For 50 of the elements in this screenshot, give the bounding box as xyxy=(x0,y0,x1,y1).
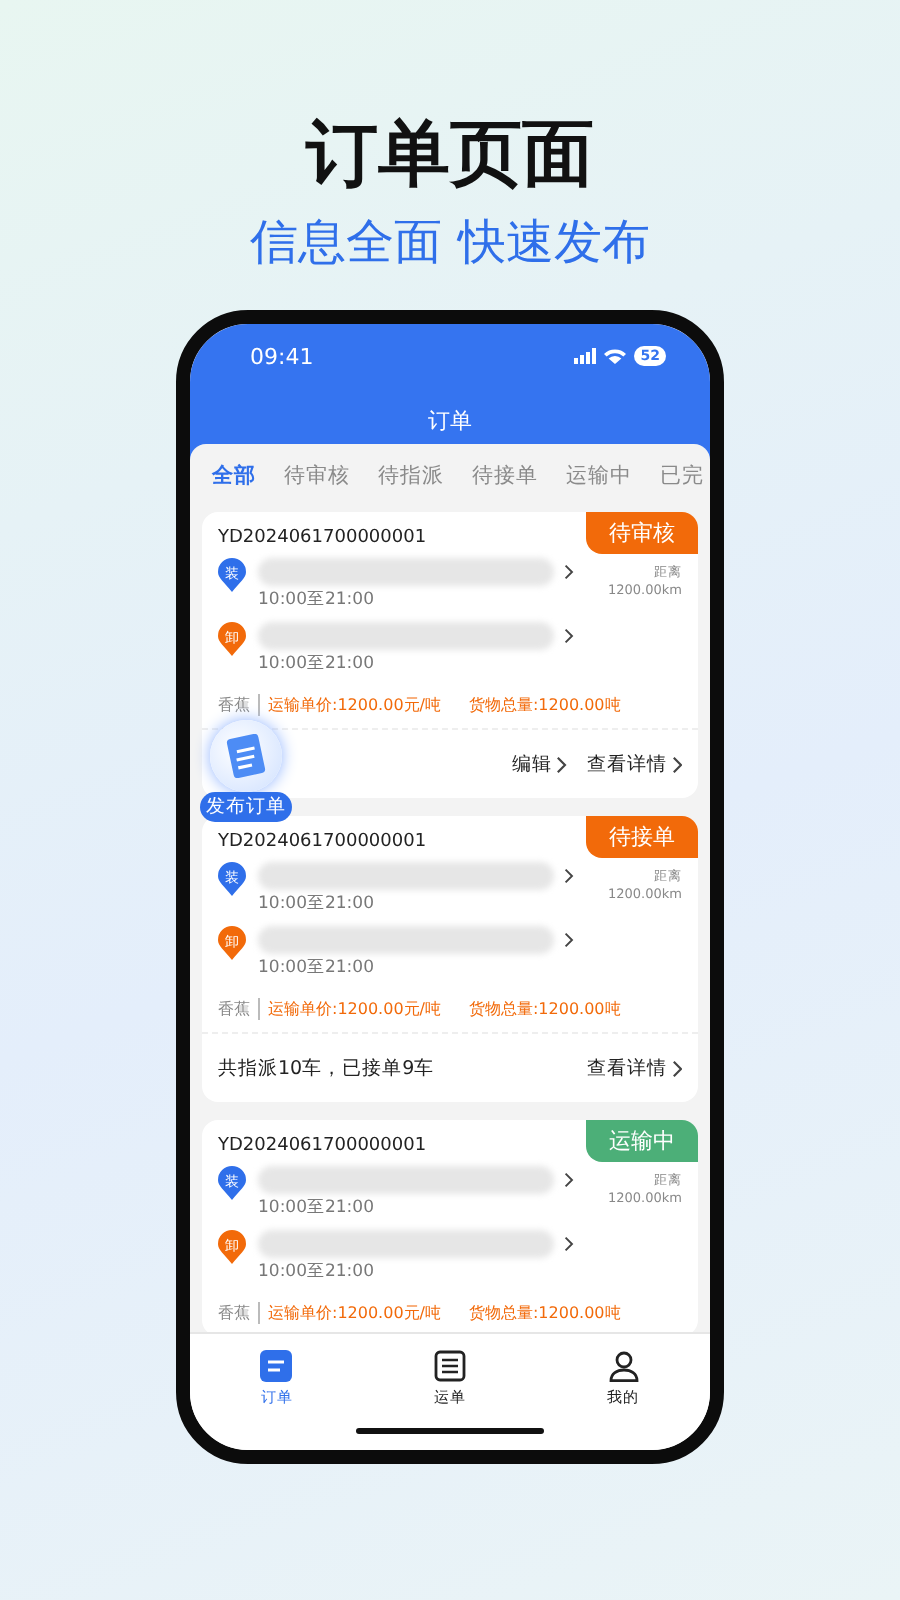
order-number: YD2024061700000001 xyxy=(218,1136,427,1156)
status-time: 09:41 xyxy=(250,343,314,369)
status-tag: 待接单 xyxy=(586,816,698,858)
chevron-icon xyxy=(556,755,568,773)
time-window: 10:00至21:00 xyxy=(258,1196,574,1220)
time-window: 10:00至21:00 xyxy=(258,1260,574,1284)
filter-tab[interactable]: 全部 xyxy=(212,462,256,490)
status-tag: 运输中 xyxy=(586,1120,698,1162)
total-weight: 货物总量:1200.00吨 xyxy=(468,1302,621,1324)
time-window: 10:00至21:00 xyxy=(258,652,574,676)
filter-tab[interactable]: 已完 xyxy=(660,462,704,490)
wifi-icon xyxy=(604,348,627,364)
status-tag: 待审核 xyxy=(586,512,698,554)
chevron-icon xyxy=(564,564,574,580)
cargo-name: 香蕉 xyxy=(218,694,260,716)
screen-title: 订单 xyxy=(426,406,474,436)
chevron-icon xyxy=(564,932,574,948)
order-number: YD2024061700000001 xyxy=(218,832,427,852)
page-subtitle: 信息全面 快速发布 xyxy=(250,212,650,272)
publish-order-button[interactable]: 发布订单 xyxy=(200,792,292,822)
chevron-icon xyxy=(564,1172,574,1188)
user-icon xyxy=(607,1350,640,1382)
filter-tab[interactable]: 待指派 xyxy=(378,462,444,490)
time-window: 10:00至21:00 xyxy=(258,588,574,612)
filter-tab[interactable]: 待接单 xyxy=(472,462,538,490)
unit-price: 运输单价:1200.00元/吨 xyxy=(268,998,441,1020)
card-action-link[interactable]: 编辑 xyxy=(512,751,568,777)
time-window: 10:00至21:00 xyxy=(258,956,574,980)
chevron-icon xyxy=(564,868,574,884)
chevron-icon xyxy=(671,1059,682,1077)
total-weight: 货物总量:1200.00吨 xyxy=(468,998,621,1020)
chevron-icon xyxy=(564,628,574,644)
signal-icon xyxy=(574,348,597,364)
card-action-link[interactable]: 查看详情 xyxy=(587,751,682,777)
total-weight: 货物总量:1200.00吨 xyxy=(468,694,621,716)
card-action-link[interactable]: 查看详情 xyxy=(587,1055,682,1081)
unit-price: 运输单价:1200.00元/吨 xyxy=(268,694,441,716)
order-number: YD2024061700000001 xyxy=(218,528,427,548)
assignment-summary: 共指派10车，已接单9车 xyxy=(218,1055,435,1081)
filter-tab[interactable]: 运输中 xyxy=(566,462,632,490)
cargo-name: 香蕉 xyxy=(218,998,260,1020)
chevron-icon xyxy=(671,755,682,773)
page-headline: 订单页面 xyxy=(306,112,594,200)
unit-price: 运输单价:1200.00元/吨 xyxy=(268,1302,441,1324)
time-window: 10:00至21:00 xyxy=(258,892,574,916)
chevron-icon xyxy=(564,1236,574,1252)
list-icon xyxy=(433,1350,466,1382)
filter-tab[interactable]: 待审核 xyxy=(284,462,350,490)
document-icon xyxy=(260,1350,293,1382)
cargo-name: 香蕉 xyxy=(218,1302,260,1324)
